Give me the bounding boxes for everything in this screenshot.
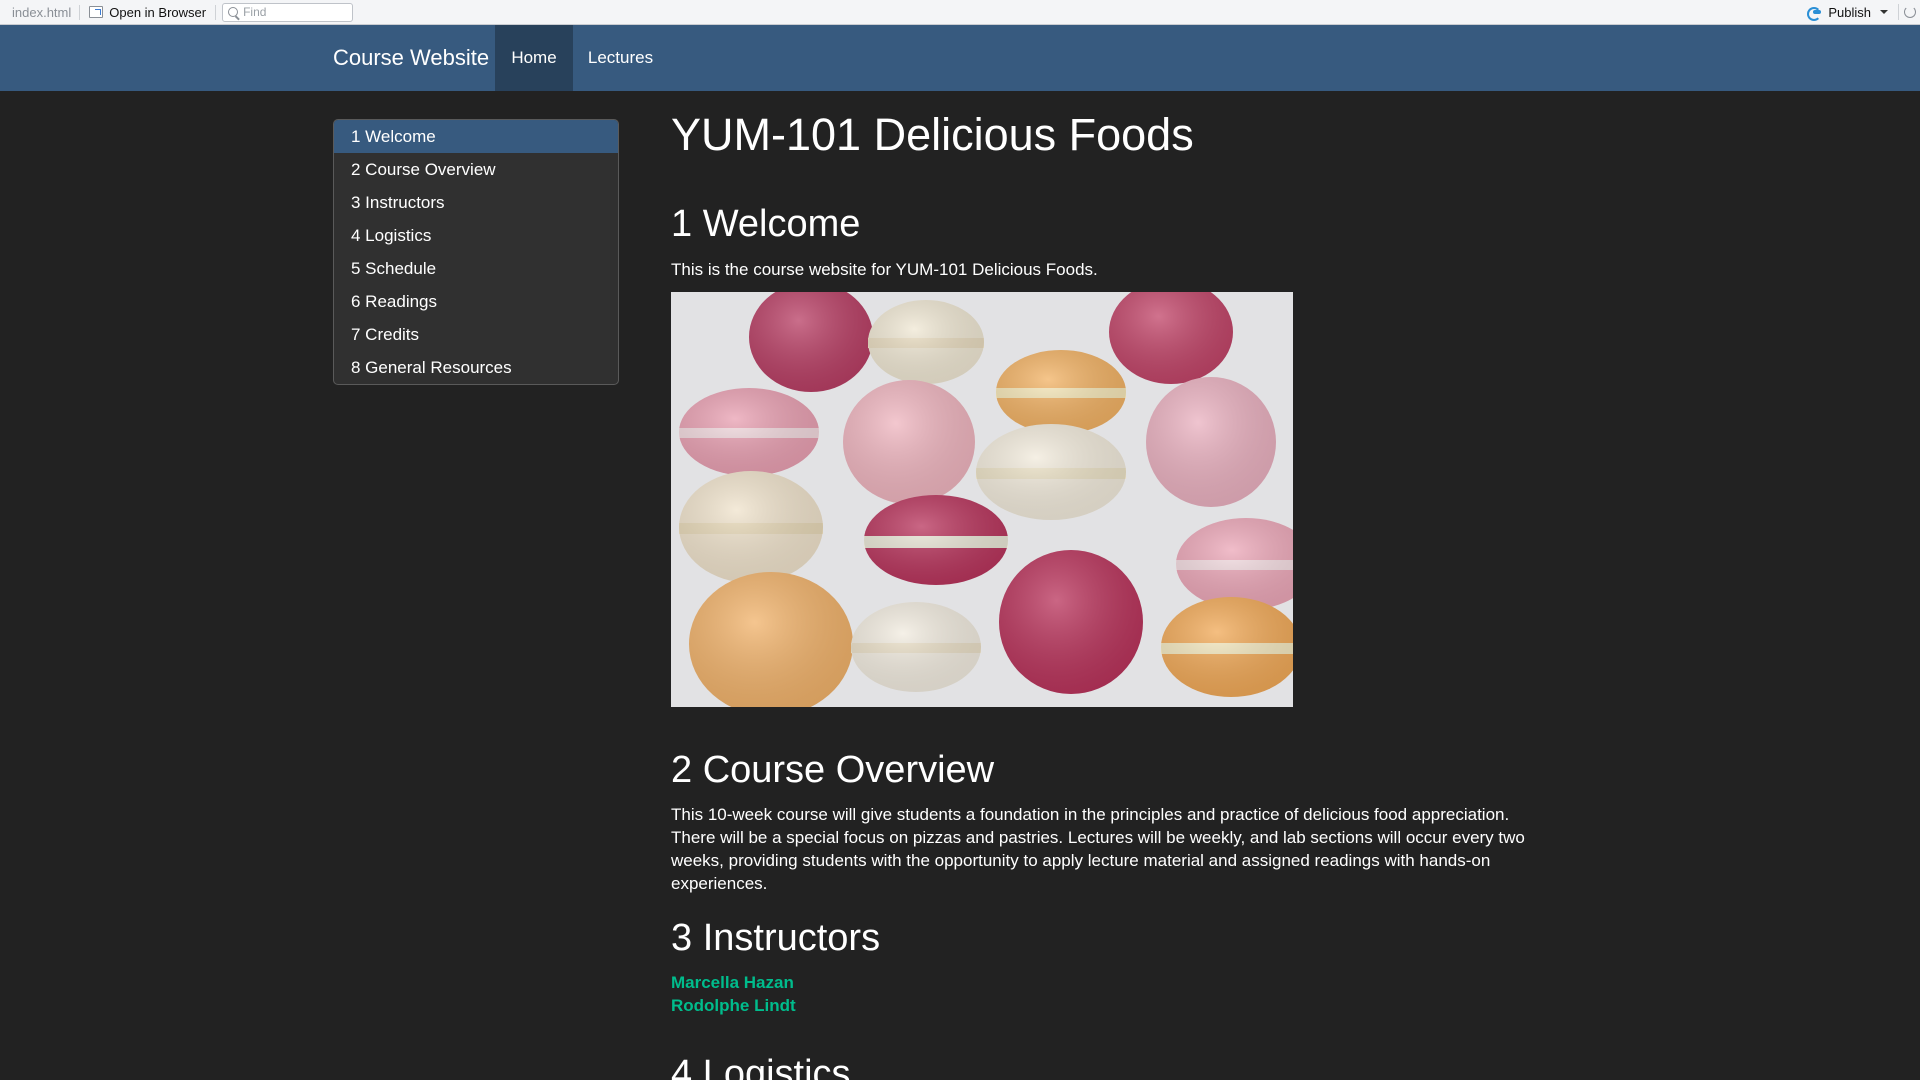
find-box[interactable] [222,2,354,22]
instructor-link[interactable]: Marcella Hazan [671,973,794,993]
toc-item-credits[interactable]: 7 Credits [334,318,618,351]
chevron-down-icon[interactable] [1880,10,1888,14]
publish-icon [1807,6,1823,21]
publish-button[interactable]: Publish [1797,4,1898,21]
toc-item-schedule[interactable]: 5 Schedule [334,252,618,285]
course-overview-text: This 10-week course will give students a… [671,805,1525,893]
search-icon [228,7,239,17]
open-in-browser-button[interactable]: Open in Browser [80,4,217,20]
nav-home[interactable]: Home [495,25,573,91]
file-name: index.html [0,4,81,20]
macarons-photo [671,292,1293,707]
refresh-icon [1903,6,1916,18]
toc-item-logistics[interactable]: 4 Logistics [334,219,618,252]
site-brand[interactable]: Course Website [333,25,489,91]
page-title: YUM-101 Delicious Foods [671,109,1194,160]
refresh-button[interactable] [1898,4,1920,20]
toc-item-welcome[interactable]: 1 Welcome [334,120,618,153]
macarons-illustration [671,292,1293,707]
welcome-text: This is the course website for YUM-101 D… [671,260,1098,279]
nav-lectures[interactable]: Lectures [573,25,668,91]
instructor-link[interactable]: Rodolphe Lindt [671,996,796,1016]
toc-item-course-overview[interactable]: 2 Course Overview [334,153,618,186]
open-in-browser-label: Open in Browser [109,4,207,20]
find-input[interactable] [243,5,344,19]
section-heading-logistics: 4 Logistics [671,1053,851,1080]
section-heading-welcome: 1 Welcome [671,203,861,245]
toc-item-instructors[interactable]: 3 Instructors [334,186,618,219]
site-navbar: Course Website Home Lectures [0,25,1920,91]
table-of-contents: 1 Welcome 2 Course Overview 3 Instructor… [333,119,619,385]
toc-item-general-resources[interactable]: 8 General Resources [334,351,618,384]
open-external-icon [89,6,104,18]
section-heading-instructors: 3 Instructors [671,917,881,959]
section-heading-course-overview: 2 Course Overview [671,749,995,791]
viewer-toolbar: index.html Open in Browser Publish [0,0,1920,25]
publish-label: Publish [1828,4,1871,20]
toc-item-readings[interactable]: 6 Readings [334,285,618,318]
